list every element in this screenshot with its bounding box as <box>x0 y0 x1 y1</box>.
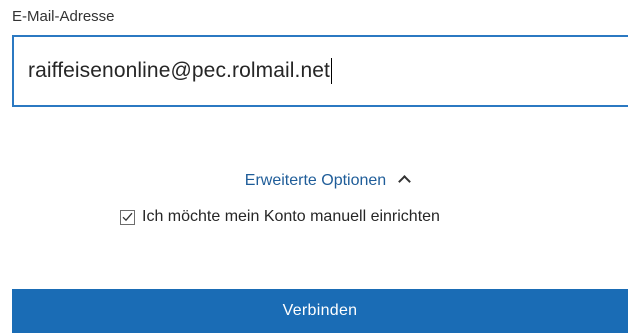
checkmark-icon <box>122 212 133 222</box>
manual-setup-checkbox[interactable] <box>120 209 135 225</box>
advanced-options-toggle[interactable]: Erweiterte Optionen <box>0 172 628 190</box>
advanced-options-wrap: Erweiterte Optionen <box>244 172 412 189</box>
email-field-value: raiffeisenonline@pec.rolmail.net <box>28 59 330 82</box>
connect-button[interactable]: Verbinden <box>12 289 628 333</box>
chevron-up-icon <box>398 175 412 188</box>
manual-setup-checkbox-row[interactable]: Ich möchte mein Konto manuell einrichten <box>120 208 440 226</box>
advanced-options-label: Erweiterte Optionen <box>244 172 387 189</box>
text-caret <box>330 58 332 84</box>
email-field-label: E-Mail-Adresse <box>12 8 115 25</box>
manual-setup-label: Ich möchte mein Konto manuell einrichten <box>142 208 440 225</box>
account-setup-panel: E-Mail-Adresse raiffeisenonline@pec.rolm… <box>0 0 628 333</box>
email-field[interactable]: raiffeisenonline@pec.rolmail.net <box>12 35 628 107</box>
